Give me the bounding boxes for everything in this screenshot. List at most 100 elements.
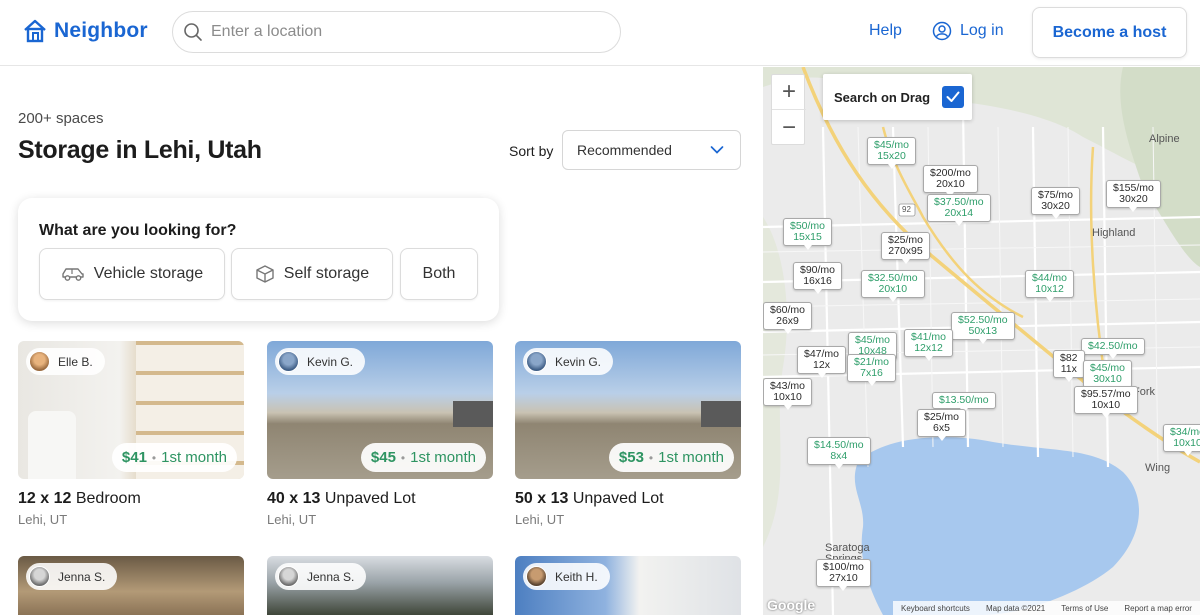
map-price-marker[interactable]: $45/mo 15x20 bbox=[867, 137, 917, 169]
search-on-drag-checkbox[interactable] bbox=[942, 86, 965, 108]
dot-separator: • bbox=[151, 450, 157, 465]
marker-size: 8x4 bbox=[830, 450, 848, 462]
zoom-control: + − bbox=[771, 74, 806, 145]
listing-type: Bedroom bbox=[75, 490, 141, 507]
listing-location: Lehi, UT bbox=[267, 512, 317, 527]
map-price-marker[interactable]: $13.50/mo bbox=[932, 392, 996, 413]
zoom-out-button[interactable]: − bbox=[772, 110, 806, 145]
location-search[interactable] bbox=[172, 11, 621, 53]
price-period: 1st month bbox=[161, 449, 227, 466]
map-price-marker[interactable]: $45/mo 30x10 bbox=[1083, 360, 1133, 392]
map-price-marker[interactable]: $95.57/mo 10x10 bbox=[1074, 386, 1138, 418]
map-price-marker[interactable]: $43/mo 10x10 bbox=[763, 378, 813, 410]
vehicle-storage-label: Vehicle storage bbox=[93, 265, 204, 282]
host-name: Kevin G. bbox=[307, 354, 354, 369]
listing-photo[interactable]: Jenna S. bbox=[267, 556, 493, 615]
map-price-marker[interactable]: $32.50/mo 20x10 bbox=[861, 270, 925, 302]
marker-size: 27x10 bbox=[829, 572, 858, 584]
map-price-marker[interactable]: $25/mo 6x5 bbox=[917, 409, 967, 441]
map-price-marker[interactable]: $50/mo 15x15 bbox=[783, 218, 833, 250]
report-error-link[interactable]: Report a map error bbox=[1124, 604, 1192, 613]
map-price-marker[interactable]: $41/mo 12x12 bbox=[904, 329, 954, 361]
map-price-marker[interactable]: $75/mo 30x20 bbox=[1031, 187, 1081, 219]
brand-logo[interactable]: Neighbor bbox=[22, 18, 148, 44]
marker-size: 16x16 bbox=[803, 275, 832, 287]
map-price-marker[interactable]: $100/mo 27x10 bbox=[816, 559, 871, 591]
host-chip: Jenna S. bbox=[26, 563, 118, 590]
page-title: Storage in Lehi, Utah bbox=[18, 136, 262, 164]
zoom-in-button[interactable]: + bbox=[772, 75, 806, 110]
listing-card[interactable]: Keith H. bbox=[515, 556, 741, 615]
listing-photo[interactable]: Elle B. $41 • 1st month bbox=[18, 341, 244, 479]
map-price-marker[interactable]: $82 11x bbox=[1053, 350, 1085, 382]
price-badge: $53 • 1st month bbox=[608, 443, 734, 472]
trailer-shape bbox=[453, 401, 493, 427]
listing-photo[interactable]: Kevin G. $53 • 1st month bbox=[515, 341, 741, 479]
search-on-drag-control[interactable]: Search on Drag bbox=[823, 74, 972, 120]
marker-size: 20x14 bbox=[944, 207, 974, 219]
search-on-drag-label: Search on Drag bbox=[834, 89, 931, 105]
listing-photo[interactable]: Jenna S. bbox=[18, 556, 244, 615]
map-attribution: Keyboard shortcuts Map data ©2021 Terms … bbox=[893, 601, 1200, 615]
map-price-marker[interactable]: $25/mo 270x95 bbox=[881, 232, 931, 264]
price-period: 1st month bbox=[658, 449, 724, 466]
map-price-marker[interactable]: $155/mo 30x20 bbox=[1106, 180, 1161, 212]
map-price-marker[interactable]: $37.50/mo 20x14 bbox=[927, 194, 991, 226]
self-storage-button[interactable]: Self storage bbox=[231, 248, 393, 300]
both-button[interactable]: Both bbox=[400, 248, 478, 300]
vehicle-storage-button[interactable]: Vehicle storage bbox=[39, 248, 225, 300]
listing-dimensions: 40 x 13 bbox=[267, 490, 321, 507]
terms-link[interactable]: Terms of Use bbox=[1061, 604, 1108, 613]
price-amount: $45 bbox=[370, 449, 396, 466]
map-price-marker[interactable]: $60/mo 26x9 bbox=[763, 302, 813, 334]
place-label: Wing bbox=[1145, 462, 1171, 474]
host-chip: Kevin G. bbox=[275, 348, 366, 375]
filter-title: What are you looking for? bbox=[39, 222, 237, 239]
marker-size: 10x10 bbox=[773, 391, 802, 403]
marker-size: 30x20 bbox=[1041, 200, 1070, 212]
dot-separator: • bbox=[400, 450, 406, 465]
place-label: Alpine bbox=[1149, 133, 1180, 145]
listing-photo[interactable]: Keith H. bbox=[515, 556, 741, 615]
chair-shape bbox=[28, 411, 76, 479]
map-price-marker[interactable]: $42.50/mo bbox=[1081, 338, 1145, 359]
listing-title: 40 x 13 Unpaved Lot bbox=[267, 490, 493, 508]
listing-card[interactable]: Kevin G. $53 • 1st month 50 x 13 Unpaved… bbox=[515, 341, 741, 527]
host-name: Keith H. bbox=[555, 569, 598, 584]
price-amount: $53 bbox=[618, 449, 644, 466]
host-name: Elle B. bbox=[58, 354, 93, 369]
listing-photo[interactable]: Kevin G. $45 • 1st month bbox=[267, 341, 493, 479]
price-badge: $41 • 1st month bbox=[111, 443, 237, 472]
listing-card[interactable]: Elle B. $41 • 1st month 12 x 12 Bedroom … bbox=[18, 341, 244, 527]
listing-card[interactable]: Jenna S. bbox=[267, 556, 493, 615]
self-storage-label: Self storage bbox=[283, 265, 370, 282]
marker-size: 7x16 bbox=[860, 367, 883, 379]
marker-size: 10x10 bbox=[1173, 437, 1200, 449]
place-label: Highland bbox=[1092, 227, 1136, 239]
map-price-marker[interactable]: $52.50/mo 50x13 bbox=[951, 312, 1015, 344]
map-view[interactable]: 92 Alpine Highland Fork Wing Saratoga Sp… bbox=[763, 67, 1200, 615]
map-price-marker[interactable]: $34/mo10x10 bbox=[1163, 424, 1200, 456]
map-price-marker[interactable]: $21/mo 7x16 bbox=[847, 354, 897, 386]
marker-size: 30x10 bbox=[1093, 373, 1122, 385]
map-price-marker[interactable]: $90/mo 16x16 bbox=[793, 262, 843, 294]
checkmark-icon bbox=[946, 91, 960, 102]
marker-size: 12x bbox=[813, 359, 830, 371]
listing-card[interactable]: Jenna S. bbox=[18, 556, 244, 615]
map-price-marker[interactable]: $44/mo 10x12 bbox=[1025, 270, 1075, 302]
map-price-marker[interactable]: $200/mo 20x10 bbox=[923, 165, 978, 197]
location-input[interactable] bbox=[211, 23, 591, 41]
avatar bbox=[526, 351, 547, 372]
login-link[interactable]: Log in bbox=[932, 21, 1004, 41]
box-icon bbox=[256, 265, 274, 283]
map-price-marker[interactable]: $47/mo 12x bbox=[797, 346, 847, 378]
host-chip: Jenna S. bbox=[275, 563, 367, 590]
sort-dropdown[interactable]: Recommended bbox=[562, 130, 741, 170]
keyboard-shortcuts-link[interactable]: Keyboard shortcuts bbox=[901, 604, 970, 613]
host-name: Kevin G. bbox=[555, 354, 602, 369]
become-host-button[interactable]: Become a host bbox=[1032, 7, 1187, 58]
help-link[interactable]: Help bbox=[869, 22, 902, 40]
marker-size: 270x95 bbox=[888, 245, 923, 257]
map-price-marker[interactable]: $14.50/mo 8x4 bbox=[807, 437, 871, 469]
listing-card[interactable]: Kevin G. $45 • 1st month 40 x 13 Unpaved… bbox=[267, 341, 493, 527]
